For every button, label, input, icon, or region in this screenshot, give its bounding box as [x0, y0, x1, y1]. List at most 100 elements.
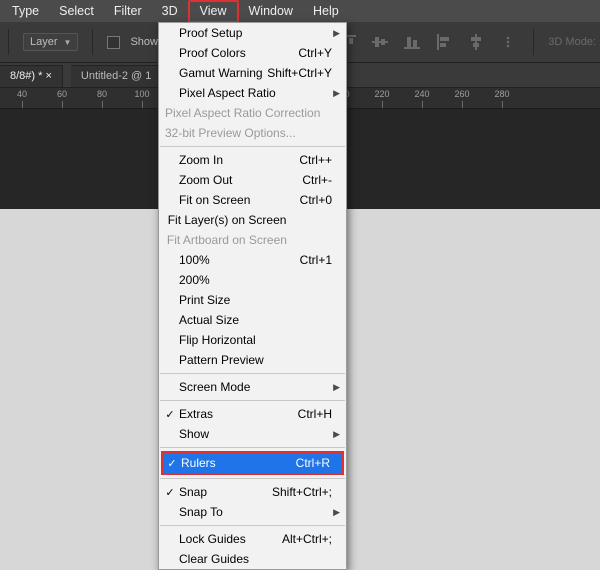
menu-separator — [160, 447, 345, 448]
menu-item[interactable]: Fit Layer(s) on Screen — [159, 210, 346, 230]
menu-item[interactable]: Proof ColorsCtrl+Y — [159, 43, 346, 63]
menu-item-label: Proof Setup — [177, 26, 280, 40]
menu-item[interactable]: Print Size — [159, 290, 346, 310]
menu-item[interactable]: Lock GuidesAlt+Ctrl+; — [159, 529, 346, 549]
menu-item-label: Actual Size — [177, 313, 280, 327]
menu-item[interactable]: Proof Setup ▶ — [159, 23, 346, 43]
menu-item-label: 200% — [177, 273, 280, 287]
menu-item[interactable]: 200% — [159, 270, 346, 290]
tab-document-1[interactable]: 8/8#) * × — [0, 65, 63, 87]
menu-item[interactable]: ✓SnapShift+Ctrl+; — [159, 482, 346, 502]
menu-item-label: Rulers — [179, 456, 278, 470]
menu-item-label: Extras — [177, 407, 280, 421]
menu-item[interactable]: Zoom OutCtrl+- — [159, 170, 346, 190]
menu-item[interactable]: Gamut WarningShift+Ctrl+Y — [159, 63, 346, 83]
ruler-tick-label: 260 — [454, 89, 469, 99]
menu-item[interactable]: Pixel Aspect Ratio▶ — [159, 83, 346, 103]
menu-item[interactable]: ✓RulersCtrl+R — [161, 451, 344, 475]
menu-item-shortcut: Ctrl+0 — [280, 193, 332, 207]
menu-item-label: Lock Guides — [177, 532, 280, 546]
menu-item-shortcut: Shift+Ctrl+Y — [267, 66, 332, 80]
check-icon: ✓ — [165, 457, 179, 470]
menu-item-label: Pixel Aspect Ratio — [177, 86, 280, 100]
ruler-tick-label: 280 — [494, 89, 509, 99]
menu-item-label: Snap To — [177, 505, 280, 519]
check-icon: ✓ — [163, 486, 177, 499]
menu-item[interactable]: Actual Size — [159, 310, 346, 330]
menu-item-label: Proof Colors — [177, 46, 280, 60]
separator — [8, 29, 9, 55]
menu-item-label: Print Size — [177, 293, 280, 307]
menu-item-label: Screen Mode — [177, 380, 280, 394]
layer-label: Layer — [30, 36, 58, 48]
tab-document-2[interactable]: Untitled-2 @ 1 — [71, 65, 162, 87]
ruler-tick-label: 40 — [17, 89, 27, 99]
menu-item[interactable]: Fit on ScreenCtrl+0 — [159, 190, 346, 210]
submenu-arrow-icon: ▶ — [332, 28, 340, 39]
menu-item-label: Flip Horizontal — [177, 333, 280, 347]
menu-item-label: Snap — [177, 485, 272, 499]
ruler-tick-label: 240 — [414, 89, 429, 99]
align-hcenter-icon[interactable] — [465, 31, 487, 53]
more-icon[interactable] — [497, 31, 519, 53]
ruler-tick-label: 220 — [374, 89, 389, 99]
menu-item[interactable]: 100%Ctrl+1 — [159, 250, 346, 270]
menu-item-label: 100% — [177, 253, 280, 267]
align-bottom-icon[interactable] — [401, 31, 423, 53]
menu-filter[interactable]: Filter — [104, 2, 152, 21]
menu-item[interactable]: Clear Guides — [159, 549, 346, 569]
menu-item-label: Fit Artboard on Screen — [165, 233, 287, 247]
menu-item-shortcut: Alt+Ctrl+; — [280, 532, 332, 546]
submenu-arrow-icon: ▶ — [332, 507, 340, 518]
menu-separator — [160, 478, 345, 479]
menu-item-label: Gamut Warning — [177, 66, 267, 80]
menu-item[interactable]: Flip Horizontal — [159, 330, 346, 350]
align-left-icon[interactable] — [433, 31, 455, 53]
view-menu-dropdown: Proof Setup▶Proof ColorsCtrl+YGamut Warn… — [158, 22, 347, 570]
menu-item-label: Pattern Preview — [177, 353, 280, 367]
menu-item-label: Show — [177, 427, 280, 441]
menu-item-label: Zoom Out — [177, 173, 280, 187]
menu-separator — [160, 373, 345, 374]
separator — [533, 29, 534, 55]
menu-window[interactable]: Window — [239, 2, 303, 21]
check-icon: ✓ — [163, 408, 177, 421]
menu-item-shortcut: Ctrl++ — [280, 153, 332, 167]
menu-item: 32-bit Preview Options... — [159, 123, 346, 143]
chevron-down-icon: ▼ — [64, 38, 72, 47]
menu-item-shortcut: Ctrl+1 — [280, 253, 332, 267]
menu-item[interactable]: ✓ExtrasCtrl+H — [159, 404, 346, 424]
ruler-tick-label: 80 — [97, 89, 107, 99]
menu-type[interactable]: Type — [2, 2, 49, 21]
menu-3d[interactable]: 3D — [152, 2, 188, 21]
menu-separator — [160, 525, 345, 526]
menu-item-shortcut: Ctrl+Y — [280, 46, 332, 60]
menu-item[interactable]: Pattern Preview — [159, 350, 346, 370]
align-vcenter-icon[interactable] — [369, 31, 391, 53]
show-transform-checkbox[interactable] — [107, 36, 120, 49]
menu-item-label: Zoom In — [177, 153, 280, 167]
submenu-arrow-icon: ▶ — [332, 382, 340, 393]
menu-item-shortcut: Ctrl+R — [278, 456, 330, 470]
menu-select[interactable]: Select — [49, 2, 104, 21]
3d-mode-label: 3D Mode: — [548, 36, 596, 48]
menu-item-label: Fit Layer(s) on Screen — [166, 213, 287, 227]
menubar: Type Select Filter 3D View Window Help — [0, 0, 600, 22]
menu-item-label: 32-bit Preview Options... — [163, 126, 296, 140]
ruler-tick-label: 100 — [134, 89, 149, 99]
menu-item-shortcut: Ctrl+H — [280, 407, 332, 421]
menu-item[interactable]: Zoom InCtrl++ — [159, 150, 346, 170]
menu-item[interactable]: Show▶ — [159, 424, 346, 444]
menu-help[interactable]: Help — [303, 2, 349, 21]
menu-item[interactable]: Screen Mode ▶ — [159, 377, 346, 397]
separator — [92, 29, 93, 55]
menu-item-label: Fit on Screen — [177, 193, 280, 207]
menu-item[interactable]: Snap To ▶ — [159, 502, 346, 522]
menu-item-shortcut: Shift+Ctrl+; — [272, 485, 332, 499]
menu-separator — [160, 146, 345, 147]
layer-selector[interactable]: Layer ▼ — [23, 33, 78, 51]
menu-separator — [160, 400, 345, 401]
menu-item: Fit Artboard on Screen — [159, 230, 346, 250]
menu-item-label: Pixel Aspect Ratio Correction — [163, 106, 320, 120]
menu-view[interactable]: View — [188, 0, 239, 23]
